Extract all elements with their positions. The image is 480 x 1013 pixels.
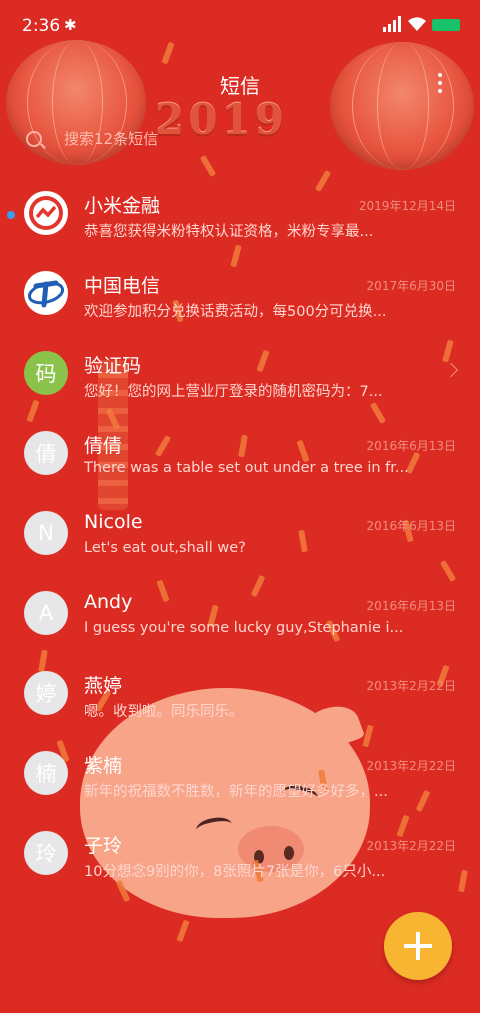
message-preview: 嗯。收到啦。同乐同乐。: [84, 704, 244, 720]
message-preview: There was a table set out under a tree i…: [84, 460, 409, 476]
conversation-item-ziling[interactable]: 玲 子玲 2013年2月22日 10分想念9别的你，8张照片7张是你，6只小..…: [0, 805, 480, 885]
message-date: 2016年6月13日: [366, 439, 456, 453]
plus-icon: [404, 932, 432, 960]
contact-name: 验证码: [84, 355, 142, 377]
avatar[interactable]: A: [24, 591, 68, 635]
conversation-item-yanting[interactable]: 婷 燕婷 2013年2月22日 嗯。收到啦。同乐同乐。: [0, 645, 480, 725]
conversation-item-nicole[interactable]: N Nicole 2016年6月13日 Let's eat out,shall …: [0, 485, 480, 565]
message-preview: Let's eat out,shall we?: [84, 540, 246, 556]
contact-name: 子玲: [84, 835, 123, 857]
message-preview: I guess you're some lucky guy,Stephanie …: [84, 620, 404, 636]
conversation-item-zinan[interactable]: 楠 紫楠 2013年2月22日 新年的祝福数不胜数，新年的愿望好多好多，...: [0, 725, 480, 805]
message-date: 2013年2月22日: [366, 839, 456, 853]
contact-name: 燕婷: [84, 675, 123, 697]
conversation-item-mi-finance[interactable]: 小米金融 2019年12月14日 恭喜您获得米粉特权认证资格，米粉专享最...: [0, 165, 480, 245]
china-telecom-logo-icon[interactable]: [24, 271, 68, 315]
avatar[interactable]: 倩: [24, 431, 68, 475]
message-date: 2016年6月13日: [366, 519, 456, 533]
contact-name: Andy: [84, 591, 133, 613]
contact-name: 中国电信: [84, 275, 161, 297]
new-message-button[interactable]: [384, 912, 452, 980]
search-input[interactable]: [64, 127, 404, 151]
avatar[interactable]: N: [24, 511, 68, 555]
message-preview: 欢迎参加积分兑换话费活动，每500分可兑换...: [84, 304, 387, 320]
search-icon: [26, 131, 42, 147]
mi-finance-logo-icon[interactable]: [24, 191, 68, 235]
message-preview: 您好！您的网上营业厅登录的随机密码为：7...: [84, 384, 383, 400]
message-preview: 10分想念9别的你，8张照片7张是你，6只小...: [84, 864, 386, 880]
message-date: 2016年6月13日: [366, 599, 456, 613]
avatar[interactable]: 码: [24, 351, 68, 395]
unread-indicator: [7, 211, 15, 219]
page-title: 短信: [220, 74, 260, 98]
message-preview: 恭喜您获得米粉特权认证资格，米粉专享最...: [84, 224, 374, 240]
avatar[interactable]: 楠: [24, 751, 68, 795]
conversation-item-china-telecom[interactable]: 中国电信 2017年6月30日 欢迎参加积分兑换话费活动，每500分可兑换...: [0, 245, 480, 325]
message-date: 2017年6月30日: [366, 279, 456, 293]
conversation-item-verification-code[interactable]: 码 验证码 您好！您的网上营业厅登录的随机密码为：7...: [0, 325, 480, 405]
message-preview: 新年的祝福数不胜数，新年的愿望好多好多，...: [84, 784, 388, 800]
search-bar[interactable]: [22, 123, 422, 157]
avatar[interactable]: 玲: [24, 831, 68, 875]
more-vertical-icon[interactable]: [432, 70, 448, 96]
avatar[interactable]: 婷: [24, 671, 68, 715]
message-date: 2013年2月22日: [366, 679, 456, 693]
contact-name: 倩倩: [84, 435, 123, 457]
status-bar: 2:36 ✱: [0, 0, 480, 50]
message-date: 2013年2月22日: [366, 759, 456, 773]
chevron-right-icon: [443, 362, 459, 378]
message-date: 2019年12月14日: [358, 199, 456, 213]
battery-icon: [432, 19, 460, 31]
contact-name: Nicole: [84, 511, 143, 533]
signal-icon: [383, 16, 403, 32]
bluetooth-icon: ✱: [64, 16, 77, 34]
wifi-icon: [408, 17, 426, 31]
status-time: 2:36: [22, 16, 61, 36]
conversation-item-qianqian[interactable]: 倩 倩倩 2016年6月13日 There was a table set ou…: [0, 405, 480, 485]
contact-name: 小米金融: [84, 195, 161, 217]
confetti-piece: [176, 919, 190, 943]
conversation-item-andy[interactable]: A Andy 2016年6月13日 I guess you're some lu…: [0, 565, 480, 645]
contact-name: 紫楠: [84, 755, 123, 777]
